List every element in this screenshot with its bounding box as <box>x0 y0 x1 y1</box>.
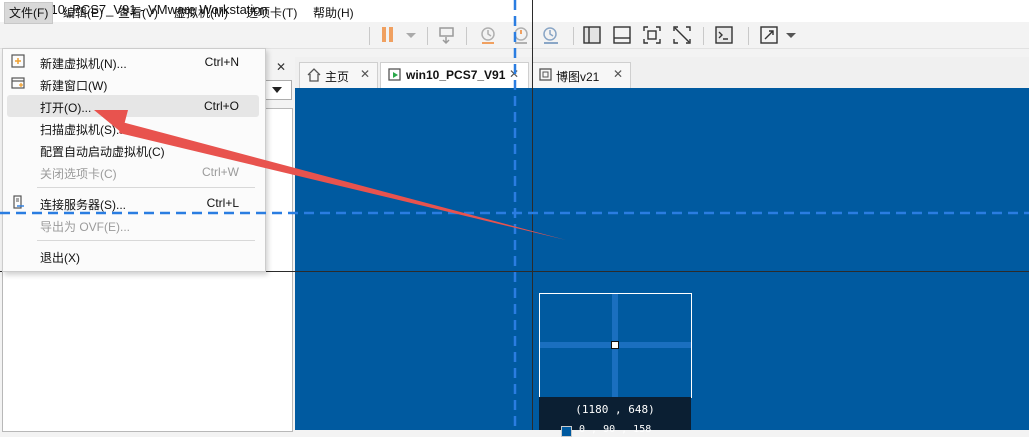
magnifier-center-pixel <box>611 341 619 349</box>
magnifier-preview <box>539 293 692 398</box>
annotation-arrow-icon <box>94 110 566 240</box>
coordinate-readout: (1180 , 648) 0 , 90 , 158 <box>539 397 691 437</box>
cursor-coordinates: (1180 , 648) <box>575 403 655 416</box>
color-swatch <box>561 426 572 437</box>
